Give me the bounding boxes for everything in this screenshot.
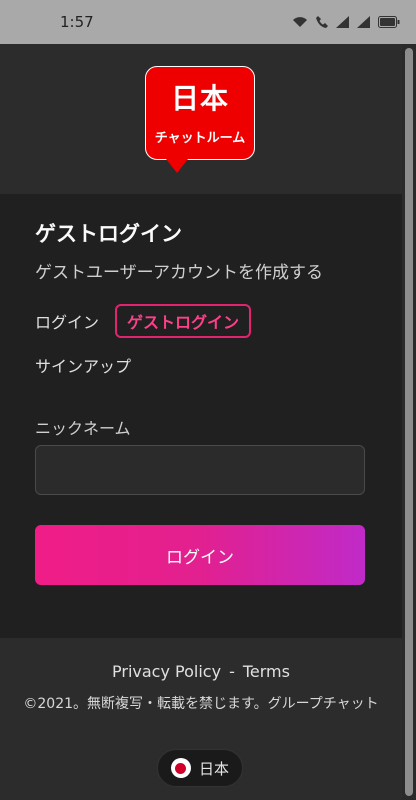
tab-signup[interactable]: サインアップ	[35, 353, 131, 377]
copyright-text: ©2021。無断複写・転載を禁じます。グループチャット	[23, 696, 379, 712]
tab-guest-login[interactable]: ゲストログイン	[115, 304, 252, 338]
call-icon	[316, 16, 328, 28]
footer: Privacy Policy - Terms ©2021。無断複写・転載を禁じます。…	[0, 638, 402, 800]
japan-flag-icon	[170, 758, 191, 778]
logo-sub-text: チャットルーム	[154, 131, 246, 146]
status-icons	[292, 15, 400, 29]
logo-speech-tail	[166, 159, 188, 173]
logo-main-text: 日本	[170, 82, 229, 115]
nickname-input[interactable]	[35, 445, 365, 495]
language-selector[interactable]: 日本	[157, 749, 243, 787]
guest-login-form: ゲストログイン ゲストユーザーアカウントを作成する ログイン ゲストログイン サ…	[0, 194, 402, 638]
page-title: ゲストログイン	[35, 222, 182, 246]
scrollbar-thumb[interactable]	[405, 48, 413, 796]
status-bar: 1:57	[0, 0, 416, 44]
page-subtitle: ゲストユーザーアカウントを作成する	[35, 263, 323, 283]
auth-tabs: ログイン ゲストログイン	[35, 304, 252, 338]
terms-link[interactable]: Terms	[243, 662, 290, 681]
tab-login[interactable]: ログイン	[35, 309, 99, 333]
app-header: 日本 チャットルーム	[0, 44, 402, 194]
footer-separator: -	[229, 662, 235, 681]
privacy-policy-link[interactable]: Privacy Policy	[112, 662, 221, 681]
footer-links: Privacy Policy - Terms	[0, 662, 402, 681]
scrollbar[interactable]	[402, 44, 416, 800]
nickname-label: ニックネーム	[35, 419, 131, 438]
signal-icon-2	[357, 16, 370, 28]
wifi-icon	[293, 17, 307, 27]
login-button[interactable]: ログイン	[35, 525, 365, 585]
battery-icon	[378, 16, 400, 28]
language-label: 日本	[198, 759, 229, 778]
status-time: 1:57	[60, 13, 94, 31]
chatroom-logo[interactable]: 日本 チャットルーム	[145, 66, 255, 160]
signal-icon	[336, 16, 349, 28]
